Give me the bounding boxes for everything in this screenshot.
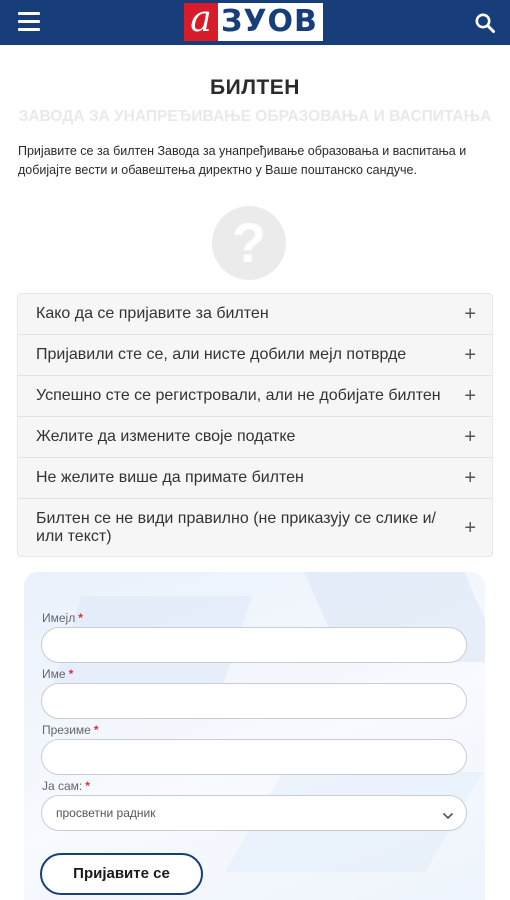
chevron-down-icon [442, 808, 454, 820]
faq-question: Желите да измените своје податке [36, 428, 296, 445]
first-name-field[interactable] [41, 683, 467, 719]
role-label: Ја сам: * [42, 779, 90, 793]
email-label: Имејл * [42, 611, 83, 625]
faq-question: Не желите више да примате билтен [36, 469, 304, 486]
plus-icon[interactable]: + [464, 303, 476, 325]
required-mark: * [85, 779, 90, 793]
faq-item-display-problem[interactable]: Билтен се не види правилно (не приказују… [18, 499, 492, 556]
page-subtitle: ЗАВОДА ЗА УНАПРЕЂИВАЊЕ ОБРАЗОВАЊА И ВАСП… [18, 108, 492, 125]
site-logo[interactable]: а ЗУОВ [184, 2, 323, 41]
plus-icon[interactable]: + [464, 344, 476, 366]
email-field[interactable] [41, 627, 467, 663]
first-name-label: Име * [42, 667, 74, 681]
required-mark: * [93, 723, 99, 737]
faq-item-no-confirmation[interactable]: Пријавили сте се, али нисте добили мејл … [18, 335, 492, 376]
faq-item-not-receiving[interactable]: Успешно сте се регистровали, али не доби… [18, 376, 492, 417]
last-name-field[interactable] [41, 739, 467, 775]
plus-icon[interactable]: + [464, 426, 476, 448]
required-mark: * [78, 611, 83, 625]
page-title: БИЛТЕН [210, 76, 300, 99]
search-icon[interactable] [474, 12, 496, 34]
faq-item-how-to-subscribe[interactable]: Како да се пријавите за билтен + [18, 294, 492, 335]
intro-text: Пријавите се за билтен Завода за унапређ… [18, 144, 467, 177]
top-header: а ЗУОВ [0, 0, 510, 45]
last-name-label: Презиме * [42, 723, 99, 737]
role-select[interactable]: просветни радник [41, 795, 467, 831]
plus-icon[interactable]: + [464, 385, 476, 407]
question-mark-icon: ? [212, 206, 286, 280]
hamburger-menu-icon[interactable] [18, 12, 40, 32]
role-selected-value: просветни радник [56, 806, 156, 820]
plus-icon[interactable]: + [464, 467, 476, 489]
faq-item-unsubscribe[interactable]: Не желите више да примате билтен + [18, 458, 492, 499]
plus-icon[interactable]: + [464, 517, 476, 539]
faq-question: Како да се пријавите за билтен [36, 305, 269, 322]
logo-mark: а [184, 2, 218, 41]
required-mark: * [68, 667, 74, 681]
subscribe-button[interactable]: Пријавите се [40, 853, 203, 895]
logo-text: ЗУОВ [218, 3, 323, 41]
faq-accordion: Како да се пријавите за билтен + Пријави… [17, 293, 493, 557]
faq-question: Пријавили сте се, али нисте добили мејл … [36, 346, 407, 363]
faq-question: Билтен се не види правилно (не приказују… [36, 510, 436, 545]
faq-question: Успешно сте се регистровали, али не доби… [36, 387, 441, 404]
faq-item-edit-data[interactable]: Желите да измените своје податке + [18, 417, 492, 458]
